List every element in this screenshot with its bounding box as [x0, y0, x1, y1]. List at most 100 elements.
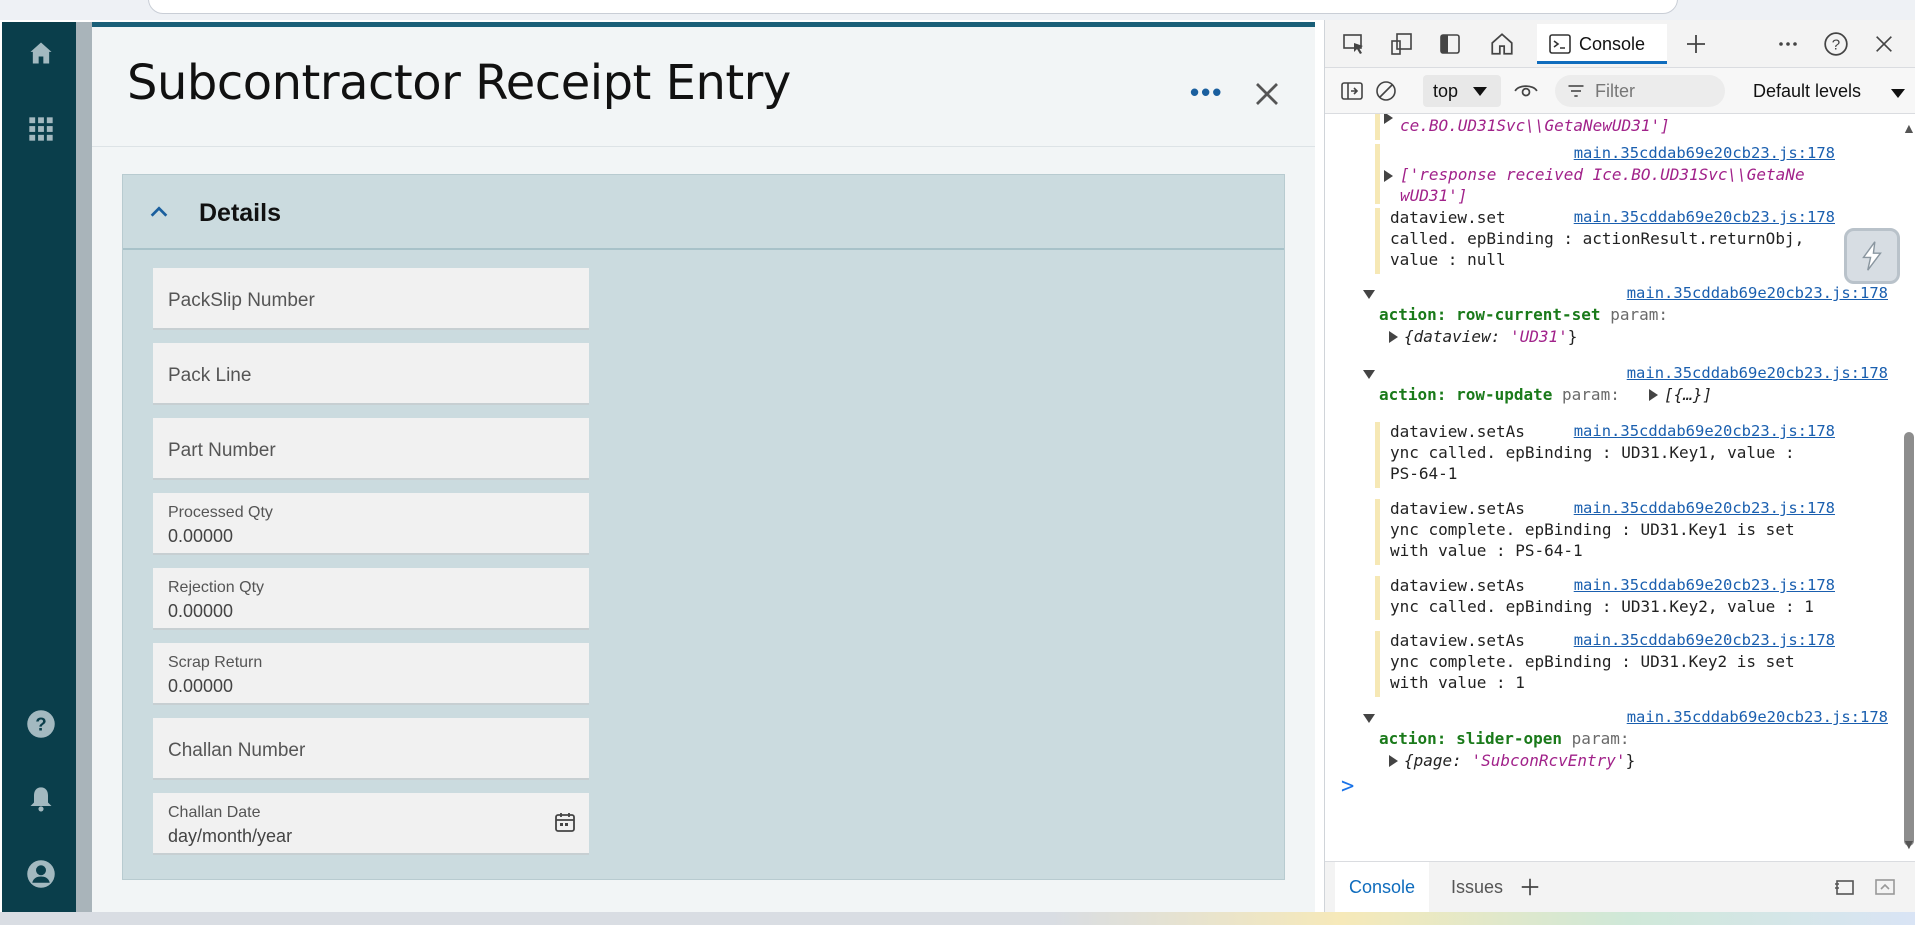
- scroll-down-icon[interactable]: ▼: [1902, 836, 1915, 852]
- calendar-icon[interactable]: [553, 810, 577, 834]
- expand-triangle-icon[interactable]: [1384, 114, 1393, 124]
- log-entry: main.35cddab69e20cb23.js:178 dataview.se…: [1375, 631, 1845, 697]
- devtools-tabbar: Console ?: [1325, 20, 1915, 68]
- source-link[interactable]: main.35cddab69e20cb23.js:178: [1627, 708, 1888, 726]
- log-text: with value : 1: [1390, 673, 1525, 692]
- drawer-tab-console[interactable]: Console: [1335, 862, 1430, 913]
- home-icon[interactable]: [24, 36, 58, 70]
- log-text: with value : PS-64-1: [1390, 541, 1583, 560]
- filter-icon: [1561, 76, 1591, 106]
- log-entry: main.35cddab69e20cb23.js:178 ['response …: [1375, 144, 1845, 205]
- console-scrollbar[interactable]: ▲ ▼: [1900, 120, 1915, 852]
- param-label: param:: [1610, 305, 1668, 324]
- scroll-up-icon[interactable]: ▲: [1902, 120, 1915, 136]
- apps-grid-icon[interactable]: [24, 112, 58, 146]
- drawer-tab-issues[interactable]: Issues: [1437, 862, 1517, 913]
- log-group: main.35cddab69e20cb23.js:178 action: sli…: [1363, 708, 1898, 774]
- obj-key: {dataview:: [1404, 327, 1510, 346]
- quick-view-icon[interactable]: [1830, 872, 1860, 902]
- log-entry: main.35cddab69e20cb23.js:178 dataview.se…: [1375, 208, 1845, 274]
- log-object[interactable]: [{…}]: [1649, 385, 1712, 404]
- close-devtools-icon[interactable]: [1869, 29, 1899, 59]
- challan-number-field[interactable]: Challan Number: [153, 718, 589, 780]
- log-levels-select[interactable]: Default levels: [1753, 81, 1861, 102]
- source-link[interactable]: main.35cddab69e20cb23.js:178: [1574, 144, 1835, 162]
- address-bar[interactable]: [148, 0, 1678, 14]
- expand-triangle-icon[interactable]: [1389, 755, 1398, 767]
- field-value: day/month/year: [168, 826, 293, 846]
- slider-panel: Subcontractor Receipt Entry ••• Details …: [92, 22, 1315, 912]
- caret-down-icon: [1473, 87, 1487, 96]
- log-object[interactable]: {page: 'SubconRcvEntry'}: [1389, 751, 1635, 770]
- floating-extension-icon[interactable]: [1844, 228, 1900, 284]
- source-link[interactable]: main.35cddab69e20cb23.js:178: [1574, 422, 1835, 440]
- collapse-triangle-icon[interactable]: [1363, 290, 1375, 299]
- param-label: param:: [1562, 385, 1620, 404]
- packslip-number-field[interactable]: PackSlip Number: [153, 268, 589, 330]
- context-select[interactable]: top: [1423, 75, 1501, 107]
- log-object[interactable]: {dataview: 'UD31'}: [1389, 327, 1577, 346]
- obj-end: }: [1625, 751, 1636, 770]
- log-text: dataview.setAs: [1390, 422, 1525, 441]
- log-text: ync complete. epBinding : UD31.Key1 is s…: [1390, 520, 1795, 539]
- part-number-field[interactable]: Part Number: [153, 418, 589, 480]
- details-header[interactable]: Details: [123, 175, 1284, 250]
- source-link[interactable]: main.35cddab69e20cb23.js:178: [1574, 631, 1835, 649]
- help-icon[interactable]: ?: [24, 707, 58, 741]
- welcome-home-icon[interactable]: [1487, 29, 1517, 59]
- plus-icon[interactable]: [1681, 29, 1711, 59]
- help-circle-icon[interactable]: ?: [1821, 29, 1851, 59]
- field-value: 0.00000: [168, 676, 234, 696]
- obj-key: {page:: [1404, 751, 1472, 770]
- inspect-icon[interactable]: [1339, 29, 1369, 59]
- log-entry: main.35cddab69e20cb23.js:178 dataview.se…: [1375, 499, 1845, 565]
- device-toolbar-icon[interactable]: [1387, 29, 1417, 59]
- log-text: PS-64-1: [1390, 464, 1458, 483]
- expand-triangle-icon[interactable]: [1389, 331, 1398, 343]
- challan-date-field[interactable]: Challan Date day/month/year: [153, 793, 589, 855]
- processed-qty-field[interactable]: Processed Qty 0.00000: [153, 493, 589, 555]
- tab-console[interactable]: Console: [1537, 24, 1667, 64]
- dock-side-icon[interactable]: [1435, 29, 1465, 59]
- obj-val: 'SubconRcvEntry': [1471, 751, 1626, 770]
- dock-drawer-icon[interactable]: [1870, 872, 1900, 902]
- log-text: action: slider-open param:: [1379, 729, 1629, 748]
- context-label: top: [1433, 81, 1459, 101]
- log-entry: main.35cddab69e20cb23.js:178 dataview.se…: [1375, 576, 1845, 620]
- clear-console-icon[interactable]: [1371, 76, 1401, 106]
- expand-triangle-icon[interactable]: [1649, 389, 1658, 401]
- source-link[interactable]: main.35cddab69e20cb23.js:178: [1574, 576, 1835, 594]
- source-link[interactable]: main.35cddab69e20cb23.js:178: [1574, 499, 1835, 517]
- more-tools-icon[interactable]: [1773, 29, 1803, 59]
- eye-icon[interactable]: [1511, 76, 1541, 106]
- user-icon[interactable]: [24, 857, 58, 891]
- log-text: ync called. epBinding : UD31.Key1, value…: [1390, 443, 1795, 462]
- collapse-triangle-icon[interactable]: [1363, 370, 1375, 379]
- field-label: Rejection Qty: [168, 579, 265, 596]
- filter-input[interactable]: Filter: [1555, 75, 1725, 107]
- log-text: ync complete. epBinding : UD31.Key2 is s…: [1390, 652, 1795, 671]
- console-prompt[interactable]: >: [1341, 774, 1354, 799]
- source-link[interactable]: main.35cddab69e20cb23.js:178: [1627, 364, 1888, 382]
- panel-header: Subcontractor Receipt Entry •••: [92, 27, 1315, 147]
- field-label: Scrap Return: [168, 654, 263, 671]
- rejection-qty-field[interactable]: Rejection Qty 0.00000: [153, 568, 589, 630]
- pack-line-field[interactable]: Pack Line: [153, 343, 589, 405]
- source-link[interactable]: main.35cddab69e20cb23.js:178: [1574, 208, 1835, 226]
- bell-icon[interactable]: [24, 782, 58, 816]
- expand-triangle-icon[interactable]: [1384, 170, 1393, 182]
- obj-val: 'UD31': [1509, 327, 1568, 346]
- scrap-return-field[interactable]: Scrap Return 0.00000: [153, 643, 589, 705]
- log-text: called. epBinding : actionResult.returnO…: [1390, 229, 1805, 248]
- console-icon: [1545, 29, 1575, 59]
- source-link[interactable]: main.35cddab69e20cb23.js:178: [1627, 284, 1888, 302]
- drawer-tabbar: Console Issues: [1325, 861, 1915, 913]
- plus-icon[interactable]: [1515, 872, 1545, 902]
- chevron-up-icon[interactable]: [148, 201, 170, 223]
- collapse-triangle-icon[interactable]: [1363, 714, 1375, 723]
- scroll-thumb[interactable]: [1904, 432, 1914, 846]
- close-icon[interactable]: [1252, 79, 1284, 111]
- more-options-button[interactable]: •••: [1190, 77, 1223, 108]
- app-sidebar: ?: [2, 22, 76, 912]
- field-value: 0.00000: [168, 601, 234, 621]
